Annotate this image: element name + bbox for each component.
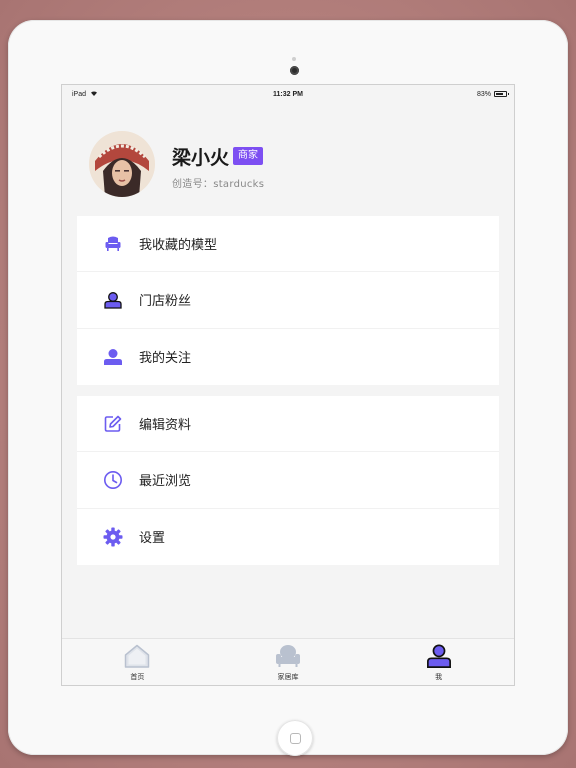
- menu-item-label: 我的关注: [139, 351, 192, 367]
- edit-icon: [103, 414, 123, 434]
- fan-user-icon: [103, 290, 123, 310]
- menu-item-following[interactable]: 我的关注: [77, 329, 499, 385]
- menu-item-label: 设置: [139, 531, 166, 547]
- home-icon: [124, 643, 150, 669]
- user-name: 梁小火: [172, 147, 230, 169]
- user-icon: [103, 347, 123, 367]
- battery-icon: [494, 91, 509, 97]
- tab-home[interactable]: 首页: [62, 639, 213, 685]
- tab-me[interactable]: 我: [363, 639, 514, 685]
- menu-item-label: 我收藏的模型: [139, 238, 218, 254]
- menu-item-label: 最近浏览: [139, 474, 192, 490]
- merchant-badge: 商家: [233, 147, 263, 165]
- menu-group-collections: 我收藏的模型 门店粉丝 我的关注: [77, 216, 499, 385]
- avatar[interactable]: [89, 131, 155, 197]
- gear-icon: [103, 527, 123, 547]
- tab-furniture-library[interactable]: 家居库: [213, 639, 364, 685]
- creator-id: 创造号：starducks: [172, 179, 265, 190]
- menu-item-label: 编辑资料: [139, 418, 192, 434]
- menu-item-store-fans[interactable]: 门店粉丝: [77, 272, 499, 329]
- light-sensor: [292, 57, 296, 61]
- menu-item-label: 门店粉丝: [139, 294, 192, 310]
- tab-bar: 首页 家居库 我: [62, 638, 514, 685]
- home-button-square-icon: [289, 732, 301, 744]
- status-bar: iPad 11:32 PM 83%: [62, 85, 514, 103]
- app-screen: iPad 11:32 PM 83% 梁小火 商家 创造号：starducks 我…: [61, 84, 515, 686]
- sofa-icon: [275, 643, 301, 669]
- profile-header: 梁小火 商家 创造号：starducks: [62, 103, 514, 213]
- menu-item-settings[interactable]: 设置: [77, 509, 499, 565]
- menu-item-edit-profile[interactable]: 编辑资料: [77, 396, 499, 453]
- tab-label: 家居库: [277, 673, 299, 681]
- menu-item-recently-viewed[interactable]: 最近浏览: [77, 452, 499, 509]
- tab-label: 我: [435, 673, 443, 681]
- profile-icon: [426, 643, 452, 669]
- tab-label: 首页: [130, 673, 145, 681]
- front-camera: [290, 66, 299, 75]
- menu-group-account: 编辑资料 最近浏览 设置: [77, 396, 499, 565]
- armchair-icon: [103, 234, 123, 254]
- clock-icon: [103, 470, 123, 490]
- clock-time: 11:32 PM: [273, 90, 303, 98]
- home-button[interactable]: [277, 720, 313, 756]
- menu-item-favorite-models[interactable]: 我收藏的模型: [77, 216, 499, 273]
